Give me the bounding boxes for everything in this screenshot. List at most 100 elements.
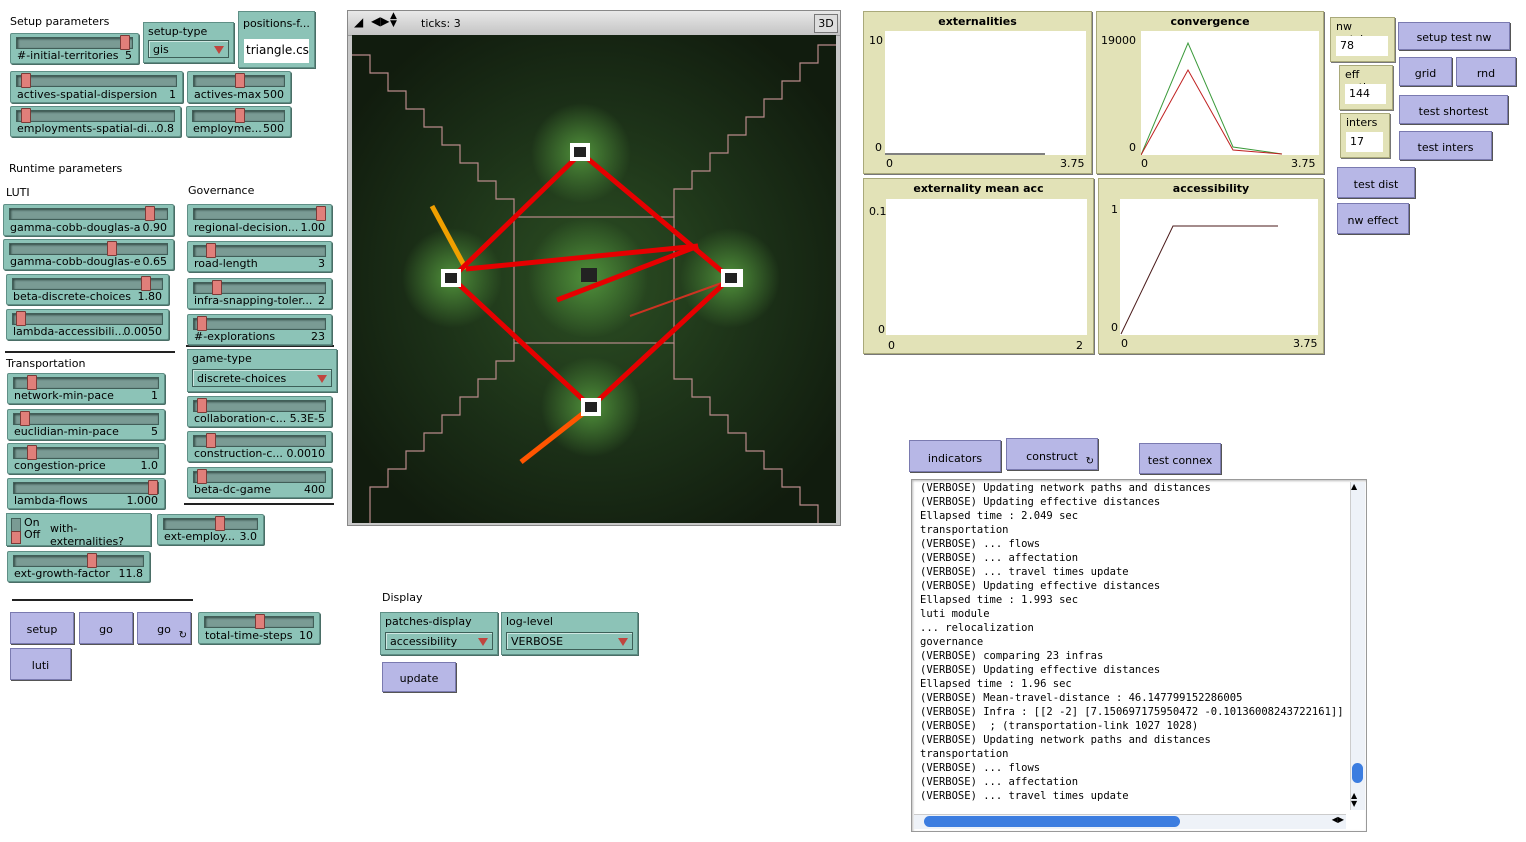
congestion-price-slider[interactable]: congestion-price 1.0 [7,443,165,474]
lambda-flows-slider[interactable]: lambda-flows 1.000 [7,478,165,509]
slider-knob[interactable] [316,206,326,221]
slider-track[interactable] [16,37,133,49]
slider-knob[interactable] [145,206,155,221]
road-length-slider[interactable]: road-length 3 [187,241,332,272]
scroll-thumb[interactable] [1352,763,1363,783]
ext-employ-slider[interactable]: ext-employ... 3.0 [157,514,264,545]
scroll-arrows-icon[interactable]: ◀▶ [1332,815,1344,824]
slider-knob[interactable] [107,241,117,256]
euclidian-min-pace-slider[interactable]: euclidian-min-pace 5 [7,409,165,440]
test-shortest-button[interactable]: test shortest [1399,95,1508,124]
zoom-icon[interactable]: ◢ [354,15,363,29]
setup-test-nw-button[interactable]: setup test nw [1398,22,1510,50]
employments-max-slider[interactable]: employme... 500 [186,106,291,137]
total-time-steps-slider[interactable]: total-time-steps 10 [198,612,320,644]
update-button[interactable]: update [382,662,456,692]
slider-knob[interactable] [21,73,31,88]
positions-file-input[interactable]: triangle.csv [244,39,309,63]
employments-spatial-slider[interactable]: employments-spatial-di... 0.8 [10,106,181,137]
setup-button[interactable]: setup [10,612,74,644]
go-forever-button[interactable]: go ↻ [137,612,191,644]
patches-display-chooser[interactable]: patches-display accessibility [380,612,498,655]
slider-knob[interactable] [197,398,207,413]
with-externalities-switch[interactable]: On Off with-externalities? [6,513,151,548]
gamma-a-slider[interactable]: gamma-cobb-douglas-a 0.90 [3,204,174,236]
go-button[interactable]: go [79,612,133,644]
slider-knob[interactable] [141,276,151,291]
beta-discrete-slider[interactable]: beta-discrete-choices 1.80 [6,274,169,305]
slider-knob[interactable] [20,411,30,426]
slider-knob[interactable] [120,35,130,50]
slider-knob[interactable] [235,73,245,88]
slider-knob[interactable] [197,316,207,331]
slider-knob[interactable] [27,375,37,390]
game-type-chooser[interactable]: game-type discrete-choices [187,349,337,392]
regional-decision-slider[interactable]: regional-decision... 1.00 [187,204,332,236]
slider-knob[interactable] [21,108,31,123]
slider-track[interactable] [193,400,326,412]
gamma-e-slider[interactable]: gamma-cobb-douglas-e 0.65 [3,239,174,270]
slider-knob[interactable] [215,516,225,531]
game-type-select[interactable]: discrete-choices [192,369,332,387]
slider-track[interactable] [13,413,159,425]
ext-growth-factor-slider[interactable]: ext-growth-factor 11.8 [7,551,150,582]
output-console[interactable]: (VERBOSE) Updating network paths and dis… [911,479,1367,832]
slider-knob[interactable] [87,553,97,568]
initial-territories-slider[interactable]: #-initial-territories 5 [10,33,139,64]
slider-track[interactable] [13,482,159,494]
horizontal-scrollbar[interactable]: ◀▶ [914,814,1346,829]
slider-knob[interactable] [255,614,265,629]
world-view[interactable]: ◢ ◀▶ ▲ ▼ ticks: 3 3D [347,10,841,526]
setup-type-chooser[interactable]: setup-type gis [143,22,234,63]
slider-track[interactable] [9,243,168,255]
slider-knob[interactable] [197,469,207,484]
slider-knob[interactable] [206,243,216,258]
slider-knob[interactable] [235,108,245,123]
switch-track[interactable] [11,518,21,544]
slider-track[interactable] [16,110,175,122]
slider-track[interactable] [193,318,326,330]
slider-track[interactable] [163,518,258,530]
test-connex-button[interactable]: test connex [1139,443,1221,474]
positions-file-input-box[interactable]: positions-f... triangle.csv [238,11,315,68]
scroll-arrows-icon[interactable]: ▲ ▼ [1351,792,1357,808]
luti-button[interactable]: luti [10,648,71,680]
world-canvas[interactable] [352,35,836,523]
vertical-scrollbar[interactable]: ▲ ▲ ▼ [1350,482,1365,810]
slider-track[interactable] [193,471,326,483]
infra-snapping-slider[interactable]: infra-snapping-toler... 2 [187,278,332,309]
explorations-slider[interactable]: #-explorations 23 [187,314,332,345]
log-level-select[interactable]: VERBOSE [506,632,633,650]
construction-cost-slider[interactable]: construction-c... 0.0010 [187,431,332,462]
nw-effect-button[interactable]: nw effect [1337,203,1409,234]
slider-knob[interactable] [16,311,26,326]
slider-track[interactable] [13,555,144,567]
slider-knob[interactable] [148,480,158,495]
slider-knob[interactable] [206,433,216,448]
3d-button[interactable]: 3D [814,14,838,33]
slider-track[interactable] [12,313,163,325]
log-level-chooser[interactable]: log-level VERBOSE [501,612,638,655]
network-min-pace-slider[interactable]: network-min-pace 1 [7,373,165,404]
beta-dc-game-slider[interactable]: beta-dc-game 400 [187,467,332,498]
test-inters-button[interactable]: test inters [1399,131,1492,160]
rnd-button[interactable]: rnd [1456,57,1516,86]
switch-knob[interactable] [11,531,21,544]
shift-horizontal-icon[interactable]: ◀▶ [371,14,389,28]
shift-vertical-icon[interactable]: ▲ ▼ [390,12,397,29]
slider-track[interactable] [16,75,177,87]
setup-type-select[interactable]: gis [148,40,229,58]
scroll-up-icon[interactable]: ▲ [1351,482,1357,491]
grid-button[interactable]: grid [1399,57,1452,86]
scroll-thumb[interactable] [924,816,1180,827]
actives-max-slider[interactable]: actives-max 500 [187,71,291,103]
collaboration-cost-slider[interactable]: collaboration-c... 5.3E-5 [187,396,332,427]
actives-spatial-dispersion-slider[interactable]: actives-spatial-dispersion 1 [10,71,183,103]
indicators-button[interactable]: indicators [909,440,1001,472]
test-dist-button[interactable]: test dist [1337,167,1415,198]
slider-knob[interactable] [27,445,37,460]
lambda-access-slider[interactable]: lambda-accessibili... 0.0050 [6,309,169,340]
slider-knob[interactable] [212,280,222,295]
patches-display-select[interactable]: accessibility [385,632,493,650]
slider-track[interactable] [193,208,326,220]
